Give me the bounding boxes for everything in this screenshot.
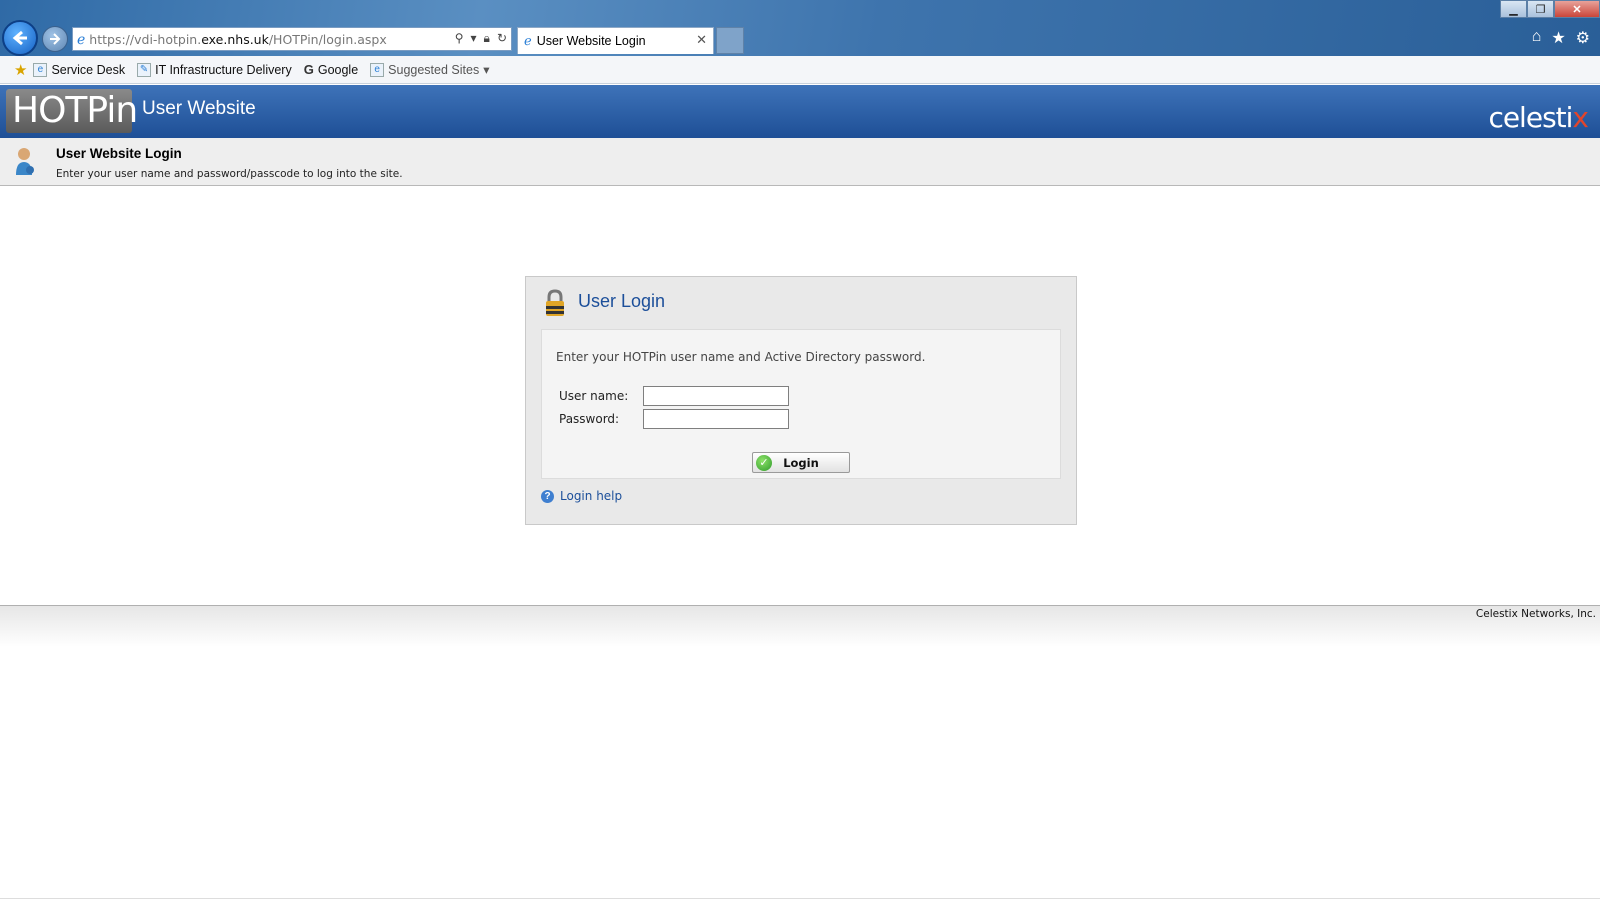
checkmark-icon: ✓: [756, 455, 772, 471]
fav-google[interactable]: G Google: [304, 62, 358, 77]
favorites-star-icon[interactable]: ★: [1551, 28, 1565, 48]
address-bar[interactable]: ℯ https://vdi-hotpin.exe.nhs.uk/HOTPin/l…: [72, 27, 512, 51]
login-button-label: Login: [783, 455, 819, 470]
forward-arrow-icon: [50, 33, 61, 45]
page-banner: User Website Login Enter your user name …: [0, 138, 1600, 186]
forward-button[interactable]: [42, 26, 68, 52]
ie-icon: ℯ: [77, 30, 86, 47]
celestix-logo: celestix: [1488, 101, 1589, 134]
site-header: HOTPin User Website celestix: [0, 85, 1600, 138]
fav-it-infrastructure[interactable]: ✎ IT Infrastructure Delivery: [137, 62, 292, 77]
password-label: Password:: [559, 412, 620, 426]
google-icon: G: [303, 62, 314, 77]
ie-page-icon: e: [370, 62, 385, 77]
favorites-add-icon[interactable]: ★: [14, 61, 27, 79]
page-title: User Website Login: [56, 146, 182, 161]
login-help-link[interactable]: Login help: [560, 489, 622, 503]
favorites-bar: ★ e Service Desk ✎ IT Infrastructure Deliv…: [0, 56, 1600, 84]
tools-icon: ✎: [137, 62, 152, 77]
password-input[interactable]: [643, 409, 789, 429]
hotpin-logo: HOTPin: [6, 89, 138, 133]
restore-button[interactable]: ❐: [1527, 0, 1554, 18]
gear-icon[interactable]: ⚙: [1576, 28, 1590, 48]
fav-suggested-sites[interactable]: e Suggested Sites ▾: [370, 62, 489, 77]
refresh-icon[interactable]: ↻: [497, 31, 507, 46]
browser-tab[interactable]: ℯ User Website Login ✕: [517, 27, 714, 54]
footer-copyright: Celestix Networks, Inc.: [1475, 608, 1596, 620]
ie-tab-icon: ℯ: [524, 33, 532, 48]
search-icon[interactable]: ⚲: [455, 31, 464, 46]
login-instructions: Enter your HOTPin user name and Active D…: [556, 350, 926, 364]
lock-icon[interactable]: 🔒︎: [484, 31, 490, 46]
close-window-button[interactable]: ✕: [1554, 0, 1600, 18]
username-input[interactable]: [643, 386, 789, 406]
padlock-icon: [546, 289, 564, 316]
login-form: Enter your HOTPin user name and Active D…: [541, 329, 1061, 479]
ie-page-icon: e: [33, 62, 48, 77]
url-text: https://vdi-hotpin.exe.nhs.uk/HOTPin/log…: [89, 31, 387, 47]
dropdown-icon[interactable]: ▾: [471, 31, 477, 46]
browser-titlebar: ℯ https://vdi-hotpin.exe.nhs.uk/HOTPin/l…: [0, 0, 1600, 56]
page-subtitle: Enter your user name and password/passco…: [56, 168, 403, 180]
site-title: User Website: [142, 98, 256, 119]
back-arrow-icon: [12, 30, 27, 46]
divider: [0, 898, 1600, 899]
login-button[interactable]: ✓ Login: [752, 452, 850, 473]
help-icon[interactable]: ?: [541, 489, 554, 503]
login-title: User Login: [578, 291, 666, 311]
close-tab-icon[interactable]: ✕: [696, 32, 707, 48]
footer: Celestix Networks, Inc.: [0, 605, 1600, 647]
login-panel: User Login Enter your HOTPin user name a…: [525, 276, 1077, 525]
minimize-button[interactable]: ▁: [1500, 0, 1527, 18]
chevron-down-icon: ▾: [483, 63, 490, 77]
new-tab-button[interactable]: [716, 27, 744, 54]
tab-title: User Website Login: [536, 34, 646, 48]
username-label: User name:: [559, 389, 629, 403]
fav-service-desk[interactable]: e Service Desk: [33, 62, 125, 77]
user-icon: [16, 148, 34, 175]
back-button[interactable]: [2, 20, 38, 56]
home-icon[interactable]: ⌂: [1532, 28, 1542, 48]
